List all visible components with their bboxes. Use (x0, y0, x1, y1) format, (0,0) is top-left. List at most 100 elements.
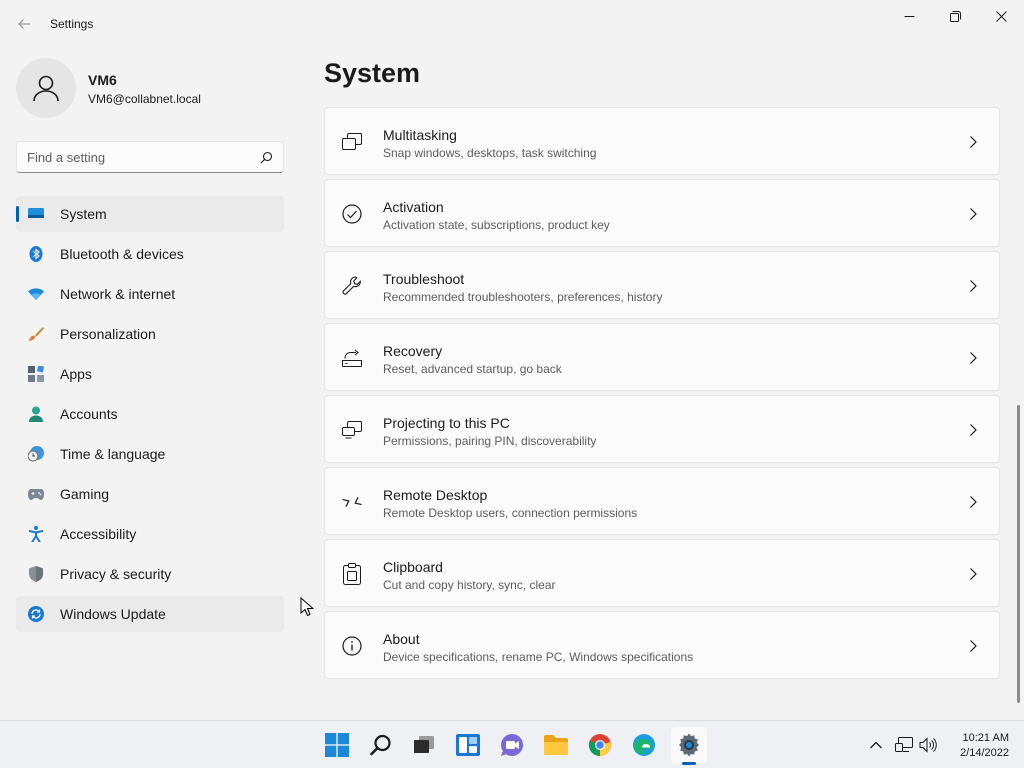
chrome-button[interactable] (582, 727, 618, 763)
maximize-button[interactable] (932, 0, 978, 32)
user-name: VM6 (88, 72, 117, 88)
info-icon (341, 635, 363, 657)
chevron-right-icon (970, 352, 977, 364)
card-title: About (383, 631, 420, 647)
chrome-icon (588, 734, 611, 757)
settings-card-list: Multitasking Snap windows, desktops, tas… (324, 107, 1000, 683)
sidebar-item-label: Accounts (60, 406, 118, 422)
file-explorer-button[interactable] (538, 727, 574, 763)
sidebar-item-label: Windows Update (60, 606, 166, 622)
sidebar-item-windows-update[interactable]: Windows Update (16, 596, 284, 632)
taskbar-search-button[interactable] (363, 727, 399, 763)
clipboard-icon (341, 563, 363, 585)
teams-chat-button[interactable] (494, 727, 530, 763)
sidebar-item-label: Privacy & security (60, 566, 172, 582)
card-multitasking[interactable]: Multitasking Snap windows, desktops, tas… (324, 107, 1000, 175)
sidebar-item-label: Personalization (60, 326, 156, 342)
chevron-right-icon (970, 280, 977, 292)
teams-chat-icon (501, 733, 524, 756)
user-email: VM6@collabnet.local (88, 92, 201, 106)
apps-icon (28, 366, 44, 382)
sidebar-item-gaming[interactable]: Gaming (16, 476, 284, 512)
sidebar-item-time-language[interactable]: Time & language (16, 436, 284, 472)
card-title: Activation (383, 199, 444, 215)
card-title: Remote Desktop (383, 487, 488, 503)
card-recovery[interactable]: Recovery Reset, advanced startup, go bac… (324, 323, 1000, 391)
windows-start-button[interactable] (319, 727, 355, 763)
chevron-right-icon (970, 208, 977, 220)
volume-icon (919, 737, 937, 753)
card-subtitle: Remote Desktop users, connection permiss… (383, 506, 638, 520)
card-about[interactable]: About Device specifications, rename PC, … (324, 611, 1000, 679)
chevron-right-icon (970, 496, 977, 508)
maximize-icon (949, 10, 961, 22)
back-button[interactable] (10, 12, 38, 36)
card-clipboard[interactable]: Clipboard Cut and copy history, sync, cl… (324, 539, 1000, 607)
settings-app-button[interactable] (671, 727, 707, 763)
wifi-icon (28, 286, 44, 302)
scrollbar-thumb[interactable] (1017, 405, 1020, 703)
sidebar-item-accessibility[interactable]: Accessibility (16, 516, 284, 552)
settings-gear-icon (679, 733, 699, 757)
accounts-icon (28, 406, 44, 422)
chevron-right-icon (970, 136, 977, 148)
app-title: Settings (50, 17, 94, 31)
sidebar-item-label: Network & internet (60, 286, 176, 302)
widgets-icon (456, 734, 480, 756)
edge-button[interactable] (626, 727, 662, 763)
card-remote-desktop[interactable]: Remote Desktop Remote Desktop users, con… (324, 467, 1000, 535)
task-view-button[interactable] (406, 727, 442, 763)
page-title: System (324, 58, 421, 88)
close-button[interactable] (978, 0, 1024, 32)
clock-date: 2/14/2022 (960, 747, 1009, 759)
chevron-up-icon (870, 741, 882, 749)
shield-icon (28, 566, 44, 582)
card-projecting[interactable]: Projecting to this PC Permissions, pairi… (324, 395, 1000, 463)
sidebar-item-personalization[interactable]: Personalization (16, 316, 284, 352)
chevron-right-icon (970, 568, 977, 580)
edge-icon (633, 734, 655, 756)
sidebar-item-label: Gaming (60, 486, 110, 502)
search-icon (260, 151, 273, 163)
sidebar-item-system[interactable]: System (16, 196, 284, 232)
bluetooth-icon (28, 246, 44, 262)
search-input[interactable] (27, 149, 260, 165)
card-subtitle: Device specifications, rename PC, Window… (383, 650, 694, 664)
brush-icon (28, 326, 44, 342)
sidebar-item-label: Bluetooth & devices (60, 246, 184, 262)
remote-desktop-icon (341, 491, 363, 513)
clock-globe-icon (28, 446, 44, 462)
system-monitor-icon (28, 206, 44, 222)
sidebar-item-network[interactable]: Network & internet (16, 276, 284, 312)
close-icon (995, 10, 1007, 22)
card-activation[interactable]: Activation Activation state, subscriptio… (324, 179, 1000, 247)
user-profile[interactable]: VM6 VM6@collabnet.local (16, 58, 286, 118)
sidebar-item-accounts[interactable]: Accounts (16, 396, 284, 432)
card-troubleshoot[interactable]: Troubleshoot Recommended troubleshooters… (324, 251, 1000, 319)
card-subtitle: Reset, advanced startup, go back (383, 362, 562, 376)
file-explorer-icon (544, 735, 568, 755)
network-status-button[interactable] (894, 735, 914, 755)
arrow-left-icon (18, 19, 30, 29)
show-hidden-icons-button[interactable] (866, 735, 886, 755)
minimize-button[interactable] (886, 0, 932, 32)
windows-start-icon (325, 733, 349, 757)
search-icon (370, 734, 391, 756)
mouse-cursor-icon (300, 597, 314, 617)
sidebar-item-label: System (60, 206, 107, 222)
chevron-right-icon (970, 424, 977, 436)
sidebar-item-privacy-security[interactable]: Privacy & security (16, 556, 284, 592)
sidebar-item-bluetooth[interactable]: Bluetooth & devices (16, 236, 284, 272)
multitasking-icon (341, 131, 363, 153)
search-box[interactable] (16, 141, 284, 173)
system-clock[interactable]: 10:21 AM 2/14/2022 (945, 731, 1009, 761)
widgets-button[interactable] (450, 727, 486, 763)
sidebar-item-label: Accessibility (60, 526, 137, 542)
card-subtitle: Cut and copy history, sync, clear (383, 578, 556, 592)
volume-button[interactable] (918, 735, 938, 755)
person-icon (33, 75, 59, 102)
card-title: Troubleshoot (383, 271, 465, 287)
active-app-indicator (682, 762, 696, 765)
update-icon (28, 606, 44, 622)
sidebar-item-apps[interactable]: Apps (16, 356, 284, 392)
